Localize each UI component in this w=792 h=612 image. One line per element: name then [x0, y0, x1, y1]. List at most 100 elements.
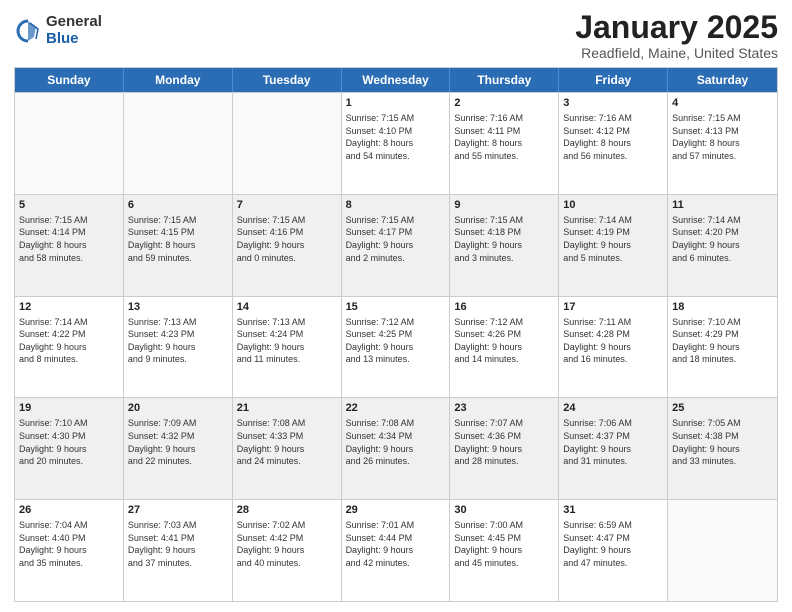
day-number: 12 — [19, 300, 119, 315]
weekday-header-thursday: Thursday — [450, 68, 559, 92]
calendar-cell-4-0: 26Sunrise: 7:04 AMSunset: 4:40 PMDayligh… — [15, 500, 124, 601]
calendar-cell-4-1: 27Sunrise: 7:03 AMSunset: 4:41 PMDayligh… — [124, 500, 233, 601]
day-number: 30 — [454, 503, 554, 518]
day-info: Sunrise: 7:15 AMSunset: 4:16 PMDaylight:… — [237, 214, 337, 264]
day-info: Sunrise: 7:09 AMSunset: 4:32 PMDaylight:… — [128, 417, 228, 467]
calendar-cell-2-6: 18Sunrise: 7:10 AMSunset: 4:29 PMDayligh… — [668, 297, 777, 398]
calendar-header: SundayMondayTuesdayWednesdayThursdayFrid… — [15, 68, 777, 92]
day-number: 29 — [346, 503, 446, 518]
day-info: Sunrise: 6:59 AMSunset: 4:47 PMDaylight:… — [563, 519, 663, 569]
day-number: 3 — [563, 96, 663, 111]
day-number: 27 — [128, 503, 228, 518]
day-number: 5 — [19, 198, 119, 213]
calendar-body: 1Sunrise: 7:15 AMSunset: 4:10 PMDaylight… — [15, 92, 777, 601]
day-number: 28 — [237, 503, 337, 518]
calendar-cell-0-0 — [15, 93, 124, 194]
day-info: Sunrise: 7:15 AMSunset: 4:15 PMDaylight:… — [128, 214, 228, 264]
weekday-header-sunday: Sunday — [15, 68, 124, 92]
day-info: Sunrise: 7:10 AMSunset: 4:29 PMDaylight:… — [672, 316, 773, 366]
day-info: Sunrise: 7:14 AMSunset: 4:22 PMDaylight:… — [19, 316, 119, 366]
calendar-cell-2-0: 12Sunrise: 7:14 AMSunset: 4:22 PMDayligh… — [15, 297, 124, 398]
day-info: Sunrise: 7:08 AMSunset: 4:34 PMDaylight:… — [346, 417, 446, 467]
title-block: January 2025 Readfield, Maine, United St… — [575, 10, 778, 61]
calendar-cell-1-5: 10Sunrise: 7:14 AMSunset: 4:19 PMDayligh… — [559, 195, 668, 296]
day-number: 23 — [454, 401, 554, 416]
weekday-header-wednesday: Wednesday — [342, 68, 451, 92]
calendar-row-2: 12Sunrise: 7:14 AMSunset: 4:22 PMDayligh… — [15, 296, 777, 398]
logo-icon — [14, 17, 42, 45]
calendar-cell-3-4: 23Sunrise: 7:07 AMSunset: 4:36 PMDayligh… — [450, 398, 559, 499]
calendar-row-3: 19Sunrise: 7:10 AMSunset: 4:30 PMDayligh… — [15, 397, 777, 499]
day-info: Sunrise: 7:07 AMSunset: 4:36 PMDaylight:… — [454, 417, 554, 467]
day-info: Sunrise: 7:01 AMSunset: 4:44 PMDaylight:… — [346, 519, 446, 569]
calendar-cell-1-0: 5Sunrise: 7:15 AMSunset: 4:14 PMDaylight… — [15, 195, 124, 296]
day-number: 18 — [672, 300, 773, 315]
calendar-cell-1-6: 11Sunrise: 7:14 AMSunset: 4:20 PMDayligh… — [668, 195, 777, 296]
calendar-cell-1-4: 9Sunrise: 7:15 AMSunset: 4:18 PMDaylight… — [450, 195, 559, 296]
day-info: Sunrise: 7:12 AMSunset: 4:25 PMDaylight:… — [346, 316, 446, 366]
day-number: 25 — [672, 401, 773, 416]
day-info: Sunrise: 7:14 AMSunset: 4:20 PMDaylight:… — [672, 214, 773, 264]
day-number: 26 — [19, 503, 119, 518]
calendar-row-4: 26Sunrise: 7:04 AMSunset: 4:40 PMDayligh… — [15, 499, 777, 601]
weekday-header-saturday: Saturday — [668, 68, 777, 92]
calendar-row-0: 1Sunrise: 7:15 AMSunset: 4:10 PMDaylight… — [15, 92, 777, 194]
day-info: Sunrise: 7:13 AMSunset: 4:24 PMDaylight:… — [237, 316, 337, 366]
calendar-cell-4-5: 31Sunrise: 6:59 AMSunset: 4:47 PMDayligh… — [559, 500, 668, 601]
day-info: Sunrise: 7:03 AMSunset: 4:41 PMDaylight:… — [128, 519, 228, 569]
calendar-row-1: 5Sunrise: 7:15 AMSunset: 4:14 PMDaylight… — [15, 194, 777, 296]
calendar-cell-3-6: 25Sunrise: 7:05 AMSunset: 4:38 PMDayligh… — [668, 398, 777, 499]
day-number: 15 — [346, 300, 446, 315]
calendar-cell-2-3: 15Sunrise: 7:12 AMSunset: 4:25 PMDayligh… — [342, 297, 451, 398]
day-number: 13 — [128, 300, 228, 315]
calendar-cell-0-2 — [233, 93, 342, 194]
calendar-cell-1-2: 7Sunrise: 7:15 AMSunset: 4:16 PMDaylight… — [233, 195, 342, 296]
day-info: Sunrise: 7:12 AMSunset: 4:26 PMDaylight:… — [454, 316, 554, 366]
day-number: 2 — [454, 96, 554, 111]
day-info: Sunrise: 7:06 AMSunset: 4:37 PMDaylight:… — [563, 417, 663, 467]
calendar-cell-1-3: 8Sunrise: 7:15 AMSunset: 4:17 PMDaylight… — [342, 195, 451, 296]
calendar-cell-0-4: 2Sunrise: 7:16 AMSunset: 4:11 PMDaylight… — [450, 93, 559, 194]
day-number: 31 — [563, 503, 663, 518]
logo-blue-text: Blue — [46, 31, 102, 48]
day-info: Sunrise: 7:10 AMSunset: 4:30 PMDaylight:… — [19, 417, 119, 467]
calendar: SundayMondayTuesdayWednesdayThursdayFrid… — [14, 67, 778, 602]
calendar-cell-2-1: 13Sunrise: 7:13 AMSunset: 4:23 PMDayligh… — [124, 297, 233, 398]
day-number: 9 — [454, 198, 554, 213]
calendar-cell-3-3: 22Sunrise: 7:08 AMSunset: 4:34 PMDayligh… — [342, 398, 451, 499]
calendar-cell-0-5: 3Sunrise: 7:16 AMSunset: 4:12 PMDaylight… — [559, 93, 668, 194]
day-info: Sunrise: 7:16 AMSunset: 4:11 PMDaylight:… — [454, 112, 554, 162]
day-info: Sunrise: 7:15 AMSunset: 4:10 PMDaylight:… — [346, 112, 446, 162]
calendar-cell-2-4: 16Sunrise: 7:12 AMSunset: 4:26 PMDayligh… — [450, 297, 559, 398]
calendar-cell-3-5: 24Sunrise: 7:06 AMSunset: 4:37 PMDayligh… — [559, 398, 668, 499]
day-info: Sunrise: 7:00 AMSunset: 4:45 PMDaylight:… — [454, 519, 554, 569]
logo-general-text: General — [46, 14, 102, 31]
weekday-header-monday: Monday — [124, 68, 233, 92]
day-info: Sunrise: 7:08 AMSunset: 4:33 PMDaylight:… — [237, 417, 337, 467]
day-info: Sunrise: 7:15 AMSunset: 4:13 PMDaylight:… — [672, 112, 773, 162]
day-number: 14 — [237, 300, 337, 315]
day-number: 7 — [237, 198, 337, 213]
header: General Blue January 2025 Readfield, Mai… — [14, 10, 778, 61]
calendar-cell-1-1: 6Sunrise: 7:15 AMSunset: 4:15 PMDaylight… — [124, 195, 233, 296]
day-info: Sunrise: 7:15 AMSunset: 4:17 PMDaylight:… — [346, 214, 446, 264]
day-number: 4 — [672, 96, 773, 111]
day-number: 10 — [563, 198, 663, 213]
calendar-cell-0-1 — [124, 93, 233, 194]
day-number: 22 — [346, 401, 446, 416]
calendar-cell-2-5: 17Sunrise: 7:11 AMSunset: 4:28 PMDayligh… — [559, 297, 668, 398]
day-number: 6 — [128, 198, 228, 213]
day-number: 21 — [237, 401, 337, 416]
calendar-cell-2-2: 14Sunrise: 7:13 AMSunset: 4:24 PMDayligh… — [233, 297, 342, 398]
day-info: Sunrise: 7:15 AMSunset: 4:18 PMDaylight:… — [454, 214, 554, 264]
day-info: Sunrise: 7:16 AMSunset: 4:12 PMDaylight:… — [563, 112, 663, 162]
calendar-cell-4-2: 28Sunrise: 7:02 AMSunset: 4:42 PMDayligh… — [233, 500, 342, 601]
calendar-cell-3-1: 20Sunrise: 7:09 AMSunset: 4:32 PMDayligh… — [124, 398, 233, 499]
calendar-cell-4-6 — [668, 500, 777, 601]
day-info: Sunrise: 7:05 AMSunset: 4:38 PMDaylight:… — [672, 417, 773, 467]
calendar-cell-3-2: 21Sunrise: 7:08 AMSunset: 4:33 PMDayligh… — [233, 398, 342, 499]
logo: General Blue — [14, 14, 102, 47]
calendar-cell-4-3: 29Sunrise: 7:01 AMSunset: 4:44 PMDayligh… — [342, 500, 451, 601]
day-info: Sunrise: 7:14 AMSunset: 4:19 PMDaylight:… — [563, 214, 663, 264]
calendar-cell-3-0: 19Sunrise: 7:10 AMSunset: 4:30 PMDayligh… — [15, 398, 124, 499]
